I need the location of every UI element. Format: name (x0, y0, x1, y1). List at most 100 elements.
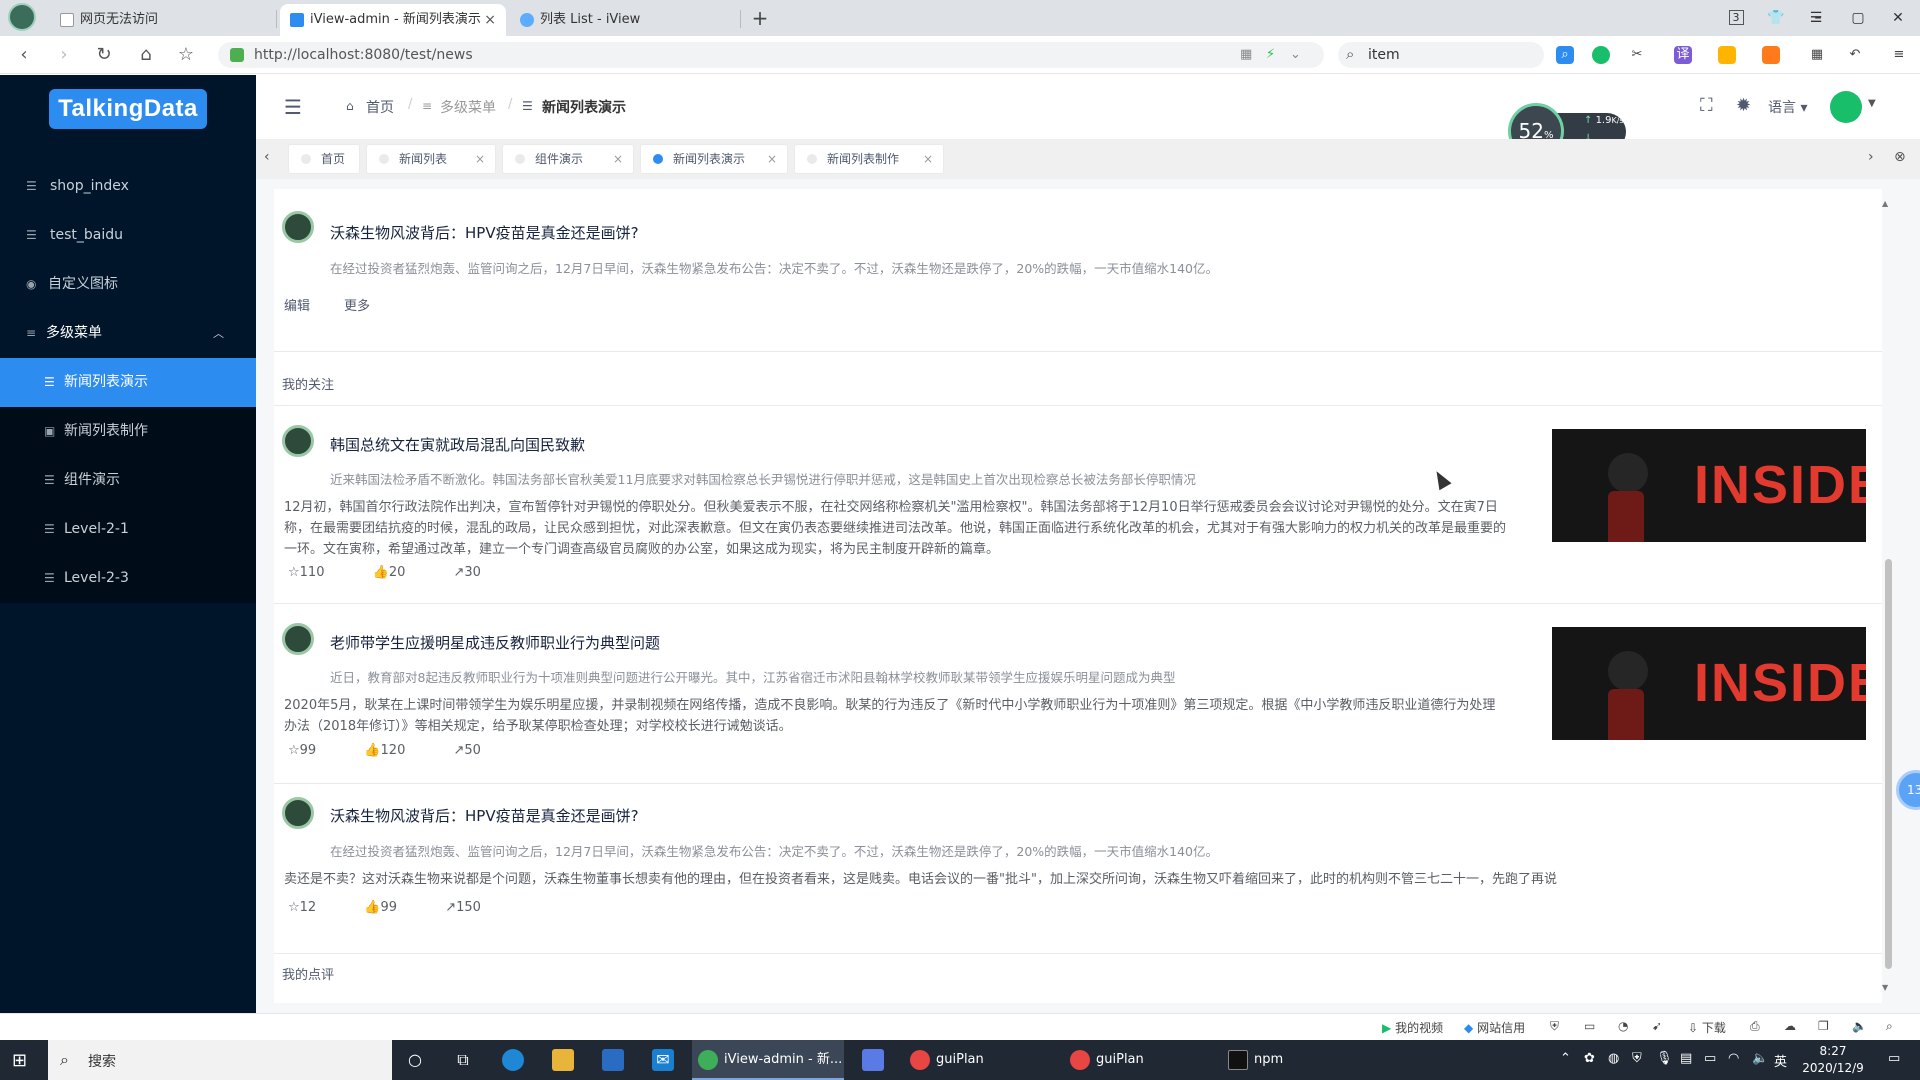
tag-component-demo[interactable]: 组件演示 × (502, 144, 634, 174)
breadcrumb-multilevel[interactable]: 多级菜单 (440, 97, 496, 117)
bug-icon[interactable]: ✹ (1736, 95, 1751, 116)
language-dropdown[interactable]: 语言 ▾ (1768, 97, 1807, 117)
share-count[interactable]: ↗50 (454, 743, 503, 758)
news-thumbnail[interactable]: INSIDE (1552, 627, 1866, 740)
avatar[interactable] (1830, 91, 1862, 123)
edit-button[interactable]: 编辑 (284, 295, 310, 314)
zoom-icon[interactable]: ⌕ (1886, 1019, 1893, 1034)
tray-app-icon[interactable]: ✿ (1584, 1051, 1595, 1066)
tray-expand-icon[interactable]: ⌃ (1560, 1051, 1571, 1066)
minimize-button[interactable]: – (1798, 0, 1838, 36)
share-count[interactable]: ↗150 (445, 900, 503, 915)
sidebar-item-multilevel-menu[interactable]: ≡ 多级菜单 ︿ (0, 309, 256, 358)
close-window-button[interactable]: ✕ (1878, 0, 1918, 36)
like-count[interactable]: 👍120 (364, 743, 427, 758)
ime-indicator[interactable]: 英 (1774, 1051, 1787, 1070)
scroll-up-icon[interactable]: ▲ (1882, 199, 1888, 208)
like-count[interactable]: 👍99 (364, 900, 419, 915)
file-explorer-icon[interactable] (552, 1049, 574, 1071)
close-tag-icon[interactable]: × (475, 145, 485, 173)
mail-icon[interactable]: ✉ (652, 1049, 674, 1071)
share-count[interactable]: ↗30 (454, 565, 503, 580)
browser-tab-unreachable[interactable]: 网页无法访问 (50, 4, 276, 36)
chevron-down-icon[interactable]: ⌄ (1290, 47, 1301, 62)
tag-news-list-make[interactable]: 新闻列表制作 × (794, 144, 944, 174)
speed-icon[interactable]: ◔ (1618, 1019, 1628, 1033)
microphone-icon[interactable]: 🎙 (1656, 1051, 1673, 1066)
undo-icon[interactable]: ↶ (1846, 46, 1864, 64)
download-link[interactable]: ⇩ 下载 (1688, 1019, 1726, 1036)
my-video-link[interactable]: ▶ 我的视频 (1382, 1019, 1443, 1036)
close-all-tags-icon[interactable]: ⊗ (1894, 149, 1906, 165)
sidebar-item-custom-icon[interactable]: ◉ 自定义图标 (0, 260, 256, 309)
close-tag-icon[interactable]: × (767, 145, 777, 173)
shield-extension-icon[interactable] (1718, 46, 1736, 64)
tags-scroll-right-icon[interactable]: › (1868, 149, 1874, 165)
sidebar-item-news-list-make[interactable]: ▣ 新闻列表制作 (0, 407, 256, 456)
volume-icon[interactable]: 🔈 (1852, 1019, 1867, 1033)
taskbar-app-guiplan-1[interactable]: guiPlan (904, 1040, 1054, 1080)
more-button[interactable]: 更多 (344, 295, 370, 314)
forward-arrow-icon[interactable]: › (52, 44, 76, 66)
copy-icon[interactable]: ❐ (1818, 1019, 1829, 1033)
scrollbar-thumb[interactable] (1885, 559, 1892, 969)
notification-icon[interactable]: ▭ (1888, 1051, 1900, 1066)
battery-icon[interactable]: ▭ (1704, 1051, 1716, 1066)
talkingdata-logo[interactable]: TalkingData (49, 89, 207, 129)
sidebar-item-level-2-3[interactable]: ☰ Level-2-3 (0, 554, 256, 603)
news-title[interactable]: 老师带学生应援明星成违反教师职业行为典型问题 (330, 632, 660, 653)
wifi-icon[interactable]: ◠ (1728, 1051, 1739, 1066)
close-tag-icon[interactable]: × (923, 145, 933, 173)
search-submit-icon[interactable]: ⌕ (1556, 46, 1574, 64)
system-clock[interactable]: 8:27 2020/12/9 (1788, 1043, 1878, 1077)
site-credit-link[interactable]: ◆ 网站信用 (1464, 1019, 1525, 1036)
tag-news-list-demo[interactable]: 新闻列表演示 × (640, 144, 788, 174)
reload-icon[interactable]: ↻ (92, 44, 116, 66)
sidebar-toggle-icon[interactable]: ☰ (284, 95, 302, 119)
tab-count-badge[interactable]: 3 (1716, 0, 1756, 36)
shirt-icon[interactable]: 👕 (1756, 0, 1796, 36)
tag-news-list[interactable]: 新闻列表 × (366, 144, 496, 174)
edge-browser-icon[interactable] (502, 1049, 524, 1071)
cortana-icon[interactable]: ○ (404, 1049, 426, 1071)
lightning-icon[interactable]: ⚡ (1266, 47, 1275, 62)
search-query[interactable]: item (1368, 42, 1400, 68)
rocket-icon[interactable]: ➹ (1652, 1019, 1662, 1033)
sidebar-item-component-demo[interactable]: ☰ 组件演示 (0, 456, 256, 505)
scrollbar[interactable]: ▲ ▼ (1882, 199, 1894, 992)
fullscreen-icon[interactable]: ⛶ (1700, 95, 1713, 116)
news-thumbnail[interactable]: INSIDE (1552, 429, 1866, 542)
translate-icon[interactable]: 译 (1674, 46, 1692, 64)
tray-app-icon[interactable]: ◍ (1608, 1051, 1619, 1066)
task-view-icon[interactable]: ⧉ (452, 1049, 474, 1071)
cloud-icon[interactable]: ☁ (1784, 1019, 1796, 1033)
browser-search-field[interactable]: ⌕ item (1338, 42, 1544, 68)
close-tab-icon[interactable]: × (484, 4, 496, 36)
star-count[interactable]: ☆110 (288, 565, 346, 580)
browser-tab-iview-admin[interactable]: iView-admin - 新闻列表演示 × (280, 4, 506, 36)
store-icon[interactable] (602, 1049, 624, 1071)
url-text[interactable]: http://localhost:8080/test/news (254, 42, 473, 68)
grid-apps-icon[interactable]: ▦ (1808, 46, 1826, 64)
sidebar-item-test-baidu[interactable]: ☰ test_baidu (0, 211, 256, 260)
taskbar-app-browser[interactable]: iView-admin - 新... (692, 1040, 844, 1080)
new-tab-button[interactable]: + (748, 4, 772, 32)
breadcrumb-home[interactable]: 首页 (366, 97, 394, 117)
tray-keyboard-icon[interactable]: ▤ (1680, 1051, 1692, 1066)
news-title[interactable]: 沃森生物风波背后：HPV疫苗是真金还是画饼? (330, 805, 639, 826)
maximize-button[interactable]: ▢ (1838, 0, 1878, 36)
home-icon[interactable]: ⌂ (134, 44, 158, 66)
tag-home[interactable]: 首页 (288, 144, 360, 174)
print-icon[interactable]: ⎙ (1750, 1019, 1760, 1034)
extension-green-icon[interactable] (1592, 46, 1610, 64)
game-controller-icon[interactable] (1762, 46, 1780, 64)
browser-logo-icon[interactable] (8, 3, 36, 31)
sidebar-item-news-list-demo[interactable]: ☰ 新闻列表演示 (0, 358, 256, 407)
back-arrow-icon[interactable]: ‹ (12, 44, 36, 66)
close-tag-icon[interactable]: × (613, 145, 623, 173)
screenshot-icon[interactable]: ▭ (1584, 1019, 1595, 1033)
windows-start-icon[interactable]: ⊞ (12, 1050, 27, 1071)
news-title[interactable]: 韩国总统文在寅就政局混乱向国民致歉 (330, 434, 585, 455)
news-title[interactable]: 沃森生物风波背后：HPV疫苗是真金还是画饼? (330, 222, 639, 243)
taskbar-app-npm[interactable]: npm (1222, 1040, 1372, 1080)
